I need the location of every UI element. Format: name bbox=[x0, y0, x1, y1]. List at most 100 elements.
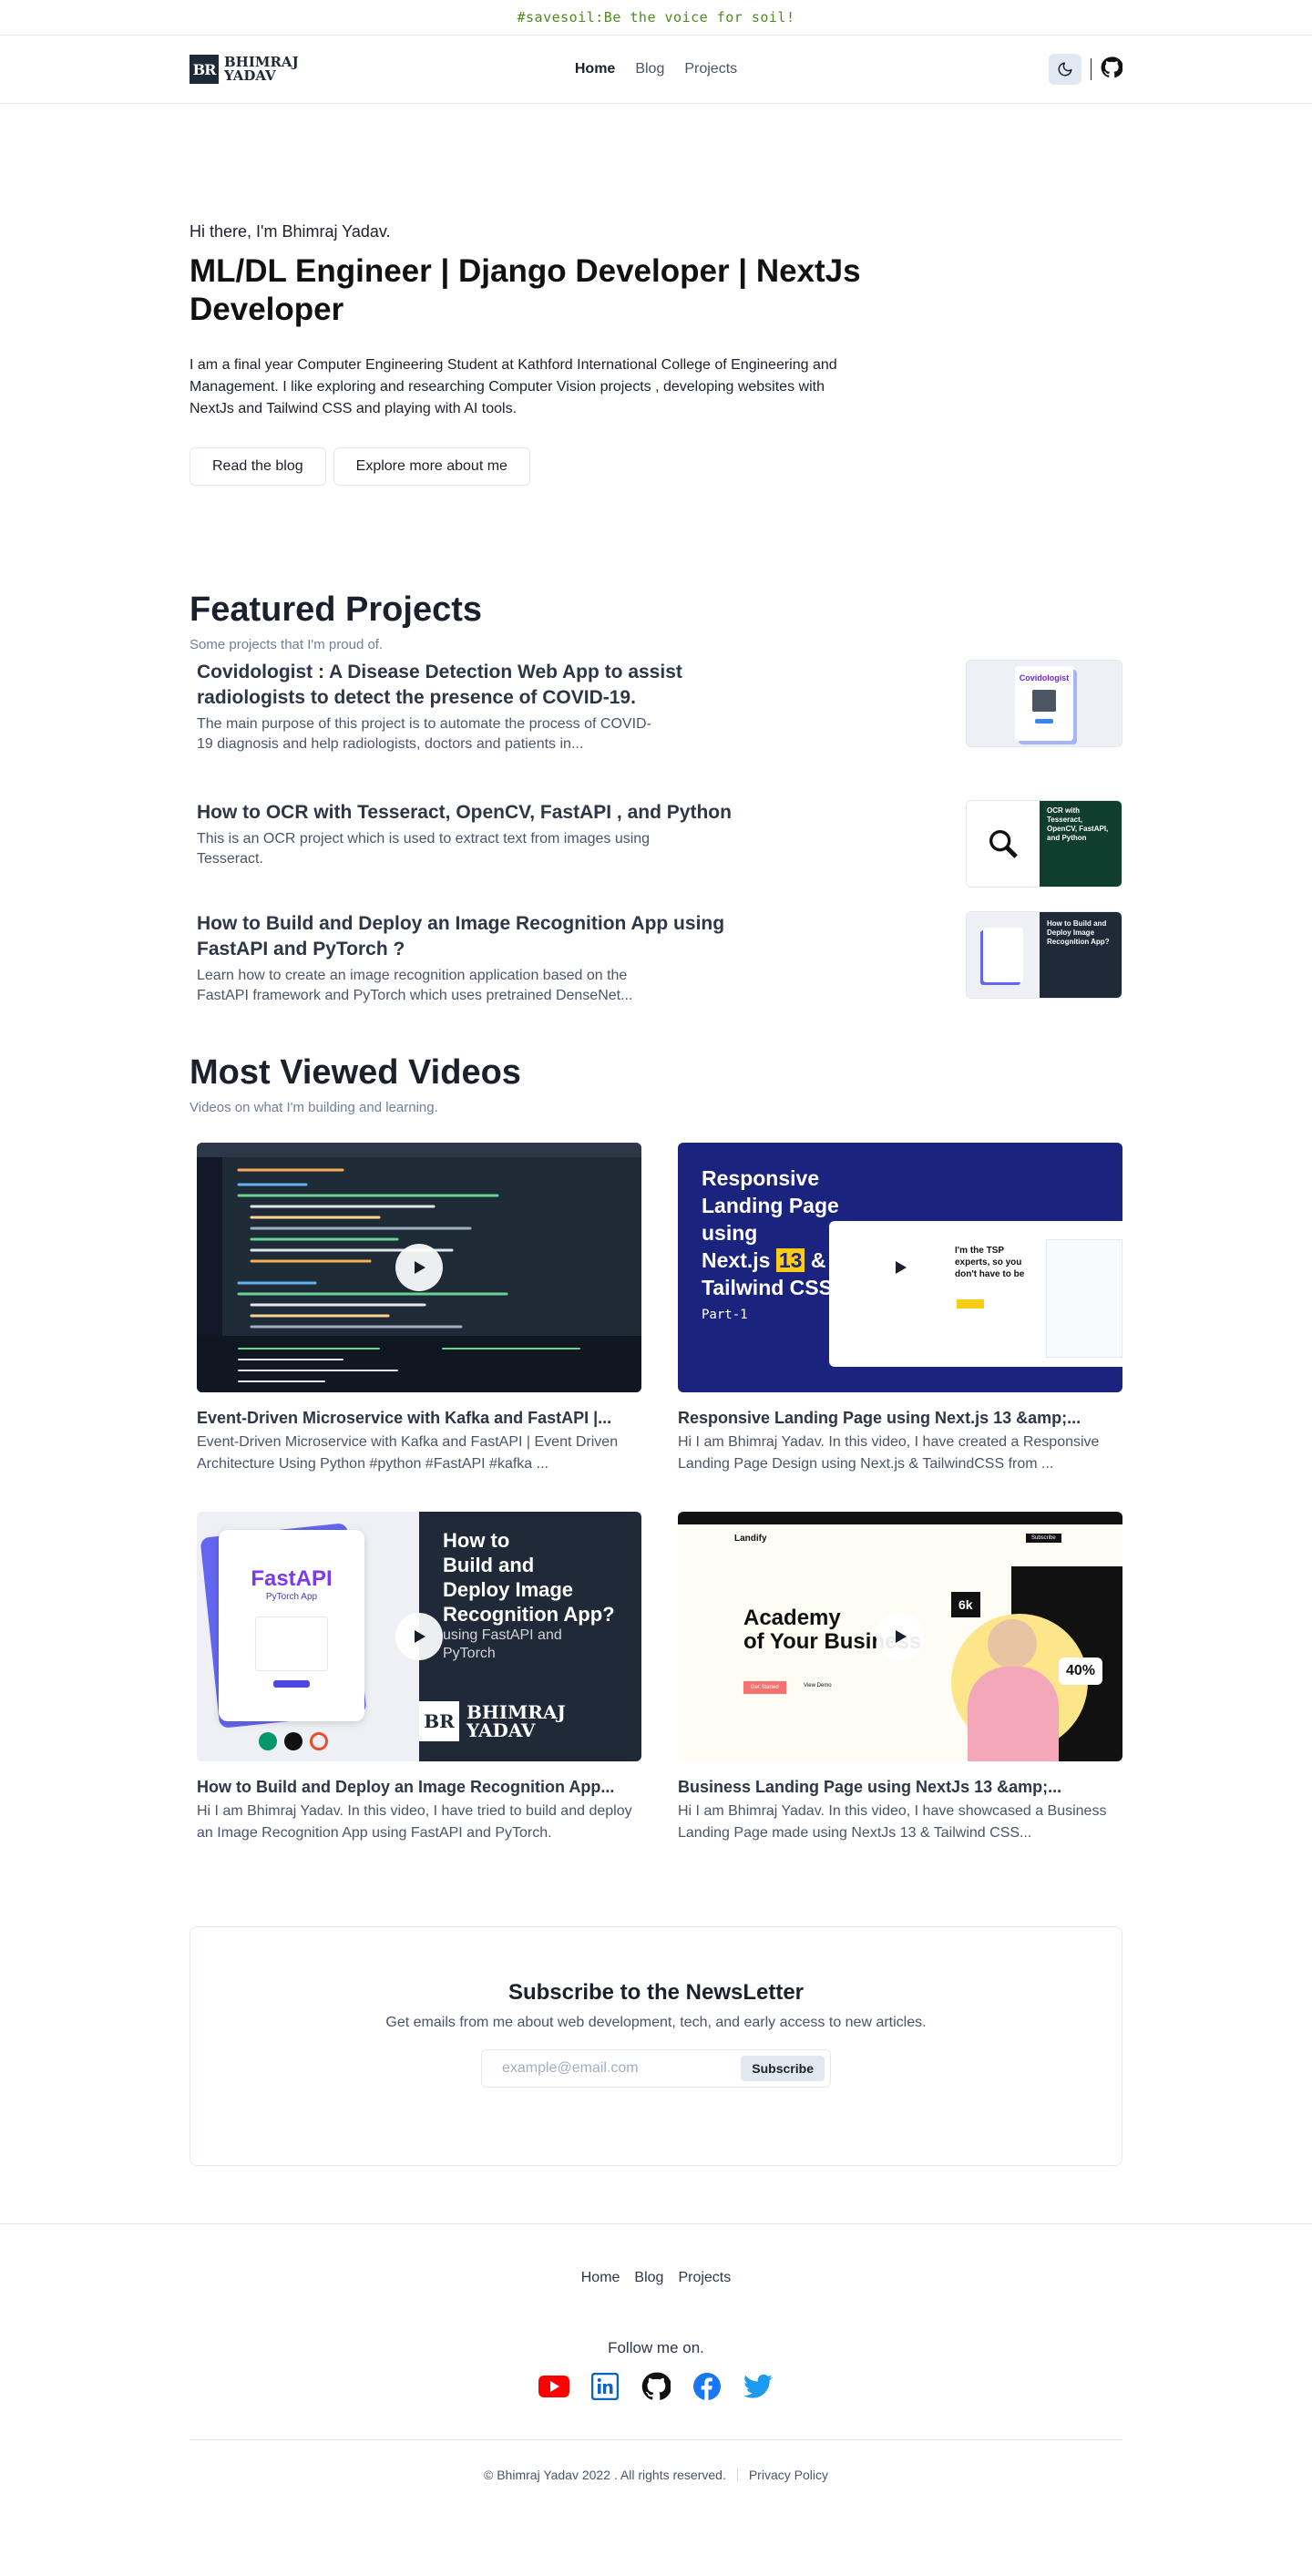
video-grid: Event-Driven Microservice with Kafka and… bbox=[190, 1143, 1122, 1881]
app-card-mock bbox=[983, 928, 1023, 982]
linkedin-icon bbox=[591, 2373, 619, 2400]
thumb-left bbox=[967, 801, 1040, 887]
github-icon bbox=[1101, 56, 1123, 77]
thumb-line: Tailwind CSS bbox=[702, 1276, 833, 1299]
play-button[interactable] bbox=[395, 1613, 443, 1660]
project-thumbnail: Covidologist bbox=[966, 660, 1122, 747]
video-title: Event-Driven Microservice with Kafka and… bbox=[197, 1409, 612, 1427]
thumb-right: How to Build and Deploy Image Recognitio… bbox=[1040, 912, 1122, 998]
featured-title: Featured Projects bbox=[190, 590, 482, 629]
video-card[interactable]: Event-Driven Microservice with Kafka and… bbox=[197, 1143, 641, 1475]
github-link[interactable] bbox=[640, 2370, 672, 2403]
site-logo[interactable]: BR BHIMRAJ YADAV bbox=[190, 55, 299, 84]
project-card[interactable]: Covidologist : A Disease Detection Web A… bbox=[190, 660, 1122, 754]
follow-text: Follow me on. bbox=[608, 2339, 704, 2356]
app-card: FastAPI PyTorch App bbox=[219, 1530, 364, 1721]
linkedin-link[interactable] bbox=[589, 2370, 621, 2403]
stat-badge: 40% bbox=[1059, 1657, 1103, 1685]
thumb-brand: BR BHIMRAJ YADAV bbox=[419, 1701, 566, 1741]
play-icon bbox=[896, 1630, 907, 1643]
featured-subtitle: Some projects that I'm proud of. bbox=[190, 637, 384, 652]
thumb-left-panel: FastAPI PyTorch App bbox=[197, 1512, 419, 1761]
copyright-divider bbox=[736, 2468, 738, 2481]
thumb-title: Covidologist bbox=[1019, 673, 1070, 682]
thumb-line: PyTorch bbox=[443, 1646, 496, 1661]
nav-projects[interactable]: Projects bbox=[684, 61, 737, 77]
featured-projects-section: Featured Projects Some projects that I'm… bbox=[190, 590, 1122, 1006]
footer-blog[interactable]: Blog bbox=[634, 2270, 663, 2286]
hero-title: ML/DL Engineer | Django Developer | Next… bbox=[190, 253, 861, 327]
explore-about-button[interactable]: Explore more about me bbox=[333, 447, 530, 486]
card-subtitle: PyTorch App bbox=[265, 1592, 318, 1602]
announcement-banner[interactable]: #savesoil:Be the voice for soil! bbox=[0, 0, 1312, 35]
read-blog-button[interactable]: Read the blog bbox=[190, 447, 326, 486]
newsletter-section: Subscribe to the NewsLetter Get emails f… bbox=[190, 1926, 1122, 2166]
facebook-link[interactable] bbox=[691, 2370, 723, 2403]
hero-buttons: Read the blog Explore more about me bbox=[190, 447, 1122, 486]
thumb-line: Responsive bbox=[702, 1166, 820, 1190]
mock-secondary: View Demo bbox=[804, 1683, 832, 1688]
youtube-icon bbox=[538, 2376, 569, 2397]
hero-description: I am a final year Computer Engineering S… bbox=[190, 357, 837, 416]
thumb-word: Next.js bbox=[702, 1248, 771, 1272]
thumb-line: Build and bbox=[443, 1554, 535, 1576]
thumb-right: OCR with Tesseract, OpenCV, FastAPI, and… bbox=[1040, 801, 1122, 887]
project-text: How to Build and Deploy an Image Recogni… bbox=[197, 911, 780, 1006]
top-navbar: BR BHIMRAJ YADAV Home Blog Projects bbox=[0, 35, 1312, 104]
thumb-right-panel: How to Build and Deploy Image Recognitio… bbox=[419, 1512, 641, 1761]
thumb-headline: Responsive Landing Page using Next.js 13… bbox=[702, 1165, 839, 1329]
mockup-heading: I'm the TSP experts, so you don't have t… bbox=[955, 1246, 1025, 1279]
project-thumbnail: OCR with Tesseract, OpenCV, FastAPI, and… bbox=[966, 800, 1122, 888]
twitter-link[interactable] bbox=[742, 2370, 774, 2403]
video-card[interactable]: Landify Subscribe Academy of Your Busine… bbox=[678, 1512, 1122, 1844]
top-bar bbox=[678, 1512, 1122, 1524]
video-card[interactable]: FastAPI PyTorch App How to Build and Dep… bbox=[197, 1512, 641, 1844]
project-card[interactable]: How to OCR with Tesseract, OpenCV, FastA… bbox=[190, 800, 1122, 888]
video-description: Hi I am Bhimraj Yadav. In this video, I … bbox=[678, 1803, 1107, 1841]
play-button[interactable] bbox=[876, 1613, 924, 1660]
video-thumbnail bbox=[197, 1143, 641, 1392]
privacy-policy-link[interactable]: Privacy Policy bbox=[749, 2468, 828, 2482]
thumb-line: Landing Page bbox=[702, 1194, 839, 1217]
logo-name: BHIMRAJ YADAV bbox=[224, 56, 299, 83]
video-title: Business Landing Page using NextJs 13 &a… bbox=[678, 1778, 1062, 1796]
play-button[interactable] bbox=[876, 1244, 924, 1291]
mock-brand: Landify bbox=[734, 1534, 767, 1544]
project-card[interactable]: How to Build and Deploy an Image Recogni… bbox=[190, 911, 1122, 1006]
play-icon bbox=[415, 1630, 425, 1643]
project-title: How to OCR with Tesseract, OpenCV, FastA… bbox=[197, 802, 732, 823]
upload-box bbox=[255, 1616, 328, 1671]
project-title: Covidologist : A Disease Detection Web A… bbox=[197, 662, 682, 708]
play-icon bbox=[415, 1261, 425, 1274]
social-links bbox=[0, 2370, 1312, 2403]
thumb-line: Deploy Image bbox=[443, 1578, 574, 1601]
footer-home[interactable]: Home bbox=[581, 2270, 620, 2286]
play-icon bbox=[896, 1261, 907, 1274]
play-button[interactable] bbox=[395, 1244, 443, 1291]
logo-mark: BR bbox=[190, 55, 219, 84]
fastapi-icon bbox=[259, 1732, 277, 1750]
video-title: Responsive Landing Page using Next.js 13… bbox=[678, 1409, 1081, 1427]
thumb-headline: How to Build and Deploy Image Recognitio… bbox=[443, 1528, 641, 1627]
thumb-line: Next.js 13 & bbox=[702, 1247, 839, 1274]
youtube-link[interactable] bbox=[538, 2370, 570, 2403]
moon-icon bbox=[1058, 62, 1072, 77]
github-link[interactable] bbox=[1101, 56, 1123, 83]
subscribe-button[interactable]: Subscribe bbox=[741, 2056, 825, 2081]
nav-home[interactable]: Home bbox=[575, 61, 615, 77]
newsletter-subtitle: Get emails from me about web development… bbox=[385, 2015, 927, 2030]
hero-greeting: Hi there, I'm Bhimraj Yadav. bbox=[190, 222, 391, 241]
copyright-text: © Bhimraj Yadav 2022 . All rights reserv… bbox=[484, 2468, 726, 2482]
nav-blog[interactable]: Blog bbox=[635, 61, 664, 77]
video-card[interactable]: Responsive Landing Page using Next.js 13… bbox=[678, 1143, 1122, 1475]
email-input[interactable] bbox=[502, 2060, 730, 2077]
footer-projects[interactable]: Projects bbox=[678, 2270, 731, 2286]
theme-toggle-button[interactable] bbox=[1049, 54, 1081, 85]
copyright-bar: © Bhimraj Yadav 2022 . All rights reserv… bbox=[0, 2440, 1312, 2519]
hero-section: Hi there, I'm Bhimraj Yadav. ML/DL Engin… bbox=[190, 104, 1122, 486]
thumb-subline: using FastAPI and PyTorch bbox=[443, 1627, 641, 1663]
thumb-word: & bbox=[810, 1248, 826, 1272]
videos-subtitle: Videos on what I'm building and learning… bbox=[190, 1100, 438, 1115]
project-text: How to OCR with Tesseract, OpenCV, FastA… bbox=[197, 800, 780, 869]
brand-mark: BR bbox=[419, 1701, 459, 1741]
